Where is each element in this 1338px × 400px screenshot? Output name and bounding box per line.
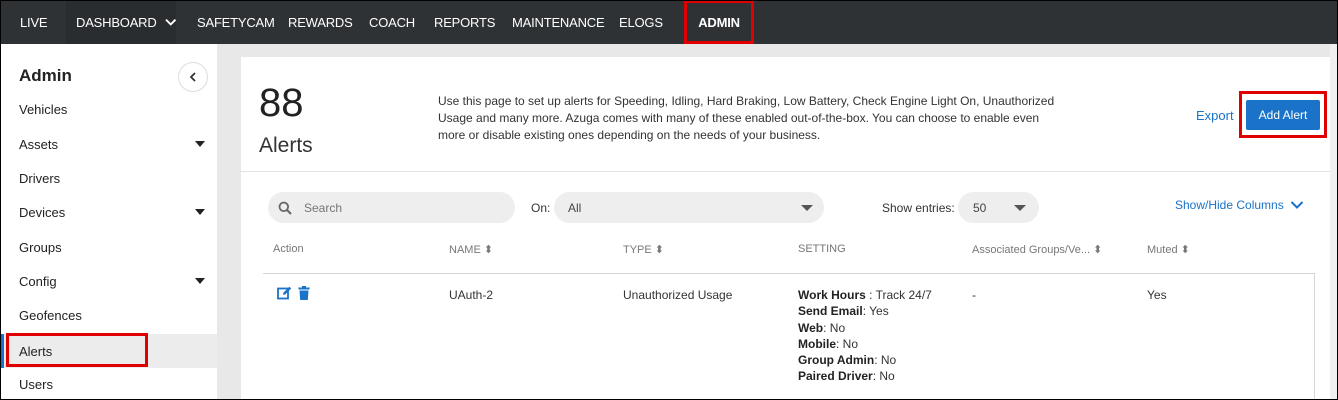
search-icon [278,201,292,215]
alerts-count-label: Alerts [259,134,313,157]
setting-value: No [879,369,895,384]
caret-down-icon [1014,205,1026,211]
nav-live[interactable]: LIVE [20,0,48,44]
entries-label: Show entries: [882,201,955,215]
caret-down-icon [195,278,205,284]
sidebar-item-groups[interactable]: Groups [0,230,217,264]
export-link[interactable]: Export [1196,108,1234,123]
row-type: Unauthorized Usage [623,288,733,302]
caret-down-icon [195,141,205,147]
highlight-box [1239,91,1327,138]
setting-key: Web [798,320,824,335]
column-header-muted[interactable]: Muted ⬍ [1147,243,1190,256]
nav-safetycam[interactable]: SAFETYCAM [197,0,275,44]
nav-coach[interactable]: COACH [369,0,415,44]
column-header-associated-groups[interactable]: Associated Groups/Ve... ⬍ [972,243,1102,256]
sidebar-item-vehicles[interactable]: Vehicles [0,92,217,126]
sidebar-item-label: Devices [19,204,66,220]
caret-down-icon [195,209,205,215]
edit-icon[interactable] [277,286,292,300]
setting-value: Yes [869,304,889,319]
show-hide-columns-label: Show/Hide Columns [1175,198,1284,212]
setting-sep: : [874,353,881,368]
sidebar-title: Admin [19,66,72,85]
sidebar-item-drivers[interactable]: Drivers [0,161,217,195]
nav-rewards[interactable]: REWARDS [288,0,353,44]
nav-admin[interactable]: ADMIN [684,0,754,44]
chevron-down-icon [164,18,176,26]
on-filter-select[interactable]: All [554,192,824,223]
trash-icon[interactable] [298,286,310,300]
collapse-sidebar-button[interactable] [178,62,208,92]
column-header-setting: SETTING [798,243,846,255]
setting-key: Group Admin [798,353,875,368]
setting-sep: : [865,288,876,302]
sidebar-item-assets[interactable]: Assets [0,127,217,161]
column-header-type[interactable]: TYPE ⬍ [623,243,664,256]
setting-sep: : [836,336,843,351]
nav-dashboard[interactable]: DASHBOARD [66,0,176,44]
table-border [1314,274,1315,400]
nav-maintenance[interactable]: MAINTENANCE [512,0,605,44]
setting-value: Track 24/7 [875,288,932,302]
show-hide-columns-button[interactable]: Show/Hide Columns [1175,198,1304,212]
nav-elogs[interactable]: ELOGS [619,0,663,44]
top-nav: LIVE DASHBOARD SAFETYCAM REWARDS COACH R… [0,0,1338,44]
chevron-left-icon [189,72,196,82]
column-header-action: Action [273,243,304,255]
row-muted: Yes [1147,288,1167,302]
on-filter-label: On: [531,201,551,215]
sidebar-item-config[interactable]: Config [0,264,217,298]
divider [241,171,1338,172]
row-actions [277,286,310,300]
setting-key: Work Hours [798,288,866,302]
sidebar-item-devices[interactable]: Devices [0,195,217,229]
sidebar-item-users[interactable]: Users [0,367,217,400]
column-header-name[interactable]: NAME ⬍ [449,243,493,256]
entries-value: 50 [973,200,987,215]
sidebar-item-label: Geofences [19,307,82,323]
entries-select[interactable]: 50 [958,192,1039,223]
sidebar-item-geofences[interactable]: Geofences [0,298,217,332]
row-setting: Work Hours : Track 24/7 Send Email: Yes … [798,287,932,385]
setting-key: Paired Driver [798,369,873,384]
sidebar-item-label: Vehicles [19,101,68,117]
nav-dashboard-label: DASHBOARD [76,14,157,30]
setting-value: No [842,336,859,351]
sidebar-item-label: Drivers [19,170,61,186]
setting-sep: : [823,320,830,335]
search-input[interactable] [304,200,504,215]
sidebar-item-label: Users [19,376,53,392]
search-box[interactable] [268,192,515,223]
nav-reports[interactable]: REPORTS [434,0,495,44]
setting-value: No [880,353,897,368]
chevron-down-icon [1290,201,1303,209]
scrollbar[interactable] [1330,44,1338,400]
caret-down-icon [801,205,813,211]
row-groups: - [972,288,976,302]
sidebar-item-label: Assets [19,136,59,152]
main-panel: 88 Alerts Use this page to set up alerts… [241,57,1338,400]
highlight-box [6,333,148,367]
sidebar-item-label: Config [19,273,57,289]
setting-key: Send Email [798,304,863,319]
on-filter-value: All [568,200,582,215]
sidebar-item-label: Groups [19,239,62,255]
alerts-count: 88 [259,81,304,125]
setting-value: No [829,320,846,335]
setting-key: Mobile [798,336,836,351]
table-header-divider [263,273,1315,274]
page-description: Use this page to set up alerts for Speed… [438,94,1055,142]
row-name: UAuth-2 [449,288,494,302]
